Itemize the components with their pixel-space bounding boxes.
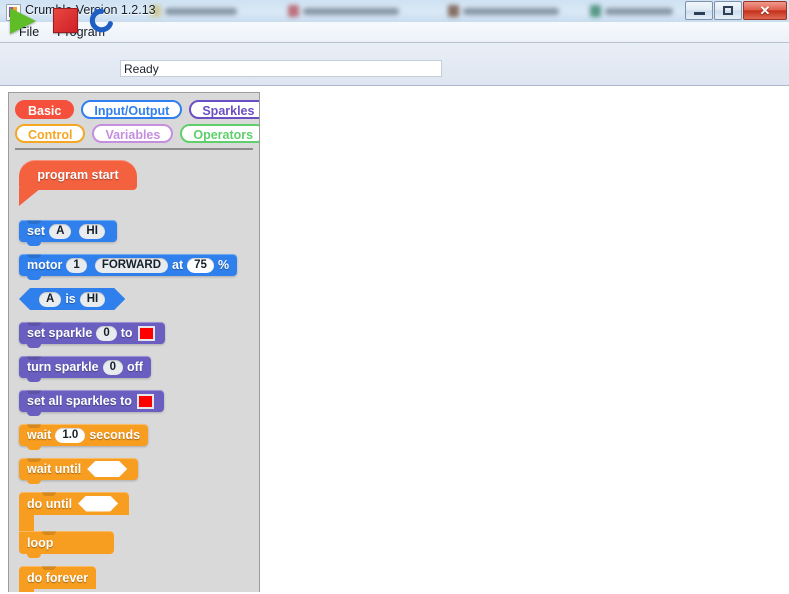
block-motor-unit: % [217, 258, 230, 272]
block-set-all-sparkles-prefix: set all sparkles to [27, 394, 132, 408]
category-tab-operators[interactable]: Operators [180, 124, 259, 143]
run-program-button[interactable] [10, 8, 36, 34]
block-do-until-head[interactable]: do until [19, 492, 130, 515]
block-do-forever[interactable]: do forever [19, 566, 259, 592]
window-controls: ✕ [684, 1, 787, 20]
status-input[interactable]: Ready [120, 60, 442, 77]
block-wait-seconds[interactable]: wait 1.0 seconds [19, 424, 149, 450]
block-wait-seconds-value[interactable]: 1.0 [55, 427, 86, 443]
block-do-until-footer[interactable]: loop [19, 531, 114, 554]
program-canvas[interactable] [261, 87, 789, 594]
restore-button[interactable] [714, 1, 742, 20]
block-turn-sparkle-off[interactable]: turn sparkle 0 off [19, 356, 151, 382]
block-motor-percent[interactable]: 75 [187, 257, 214, 273]
block-turn-sparkle-off-suffix: off [126, 360, 143, 374]
block-do-until-prefix: do until [27, 496, 73, 511]
main-area: Basic Input/Output Sparkles Control Vari… [0, 87, 789, 594]
block-set-output-level[interactable]: HI [79, 223, 105, 239]
block-set-sparkle[interactable]: set sparkle 0 to [19, 322, 165, 348]
block-motor-word: motor [27, 258, 63, 272]
block-set-all-sparkles-row: set all sparkles to [19, 390, 259, 416]
block-is-condition-row: A is HI [19, 288, 259, 310]
block-palette: Basic Input/Output Sparkles Control Vari… [8, 92, 260, 592]
reset-program-button[interactable] [88, 7, 115, 34]
category-tab-control[interactable]: Control [15, 124, 86, 143]
block-is-condition-level[interactable]: HI [80, 292, 106, 307]
block-do-until-footer-label: loop [27, 535, 54, 550]
block-wait-until[interactable]: wait until [19, 458, 139, 484]
category-tab-variables[interactable]: Variables [92, 124, 174, 143]
block-set-output[interactable]: set A HI [19, 220, 117, 246]
minimize-icon [693, 12, 705, 15]
block-is-condition-word: is [65, 292, 76, 306]
block-wait-seconds-prefix: wait [27, 428, 52, 442]
block-wait-until-condition-slot[interactable] [87, 461, 127, 477]
block-turn-sparkle-off-row: turn sparkle 0 off [19, 356, 259, 382]
category-tab-sparkles[interactable]: Sparkles [189, 100, 259, 119]
palette-block-list: program start set A HI motor 1 FORWARD a… [9, 150, 259, 592]
restore-icon [723, 6, 733, 15]
minimize-button[interactable] [685, 1, 713, 20]
close-icon: ✕ [759, 3, 771, 18]
block-do-until-arm [19, 515, 34, 531]
block-program-start-label: program start [37, 168, 119, 182]
menu-bar: File Program [0, 22, 789, 43]
stop-program-button[interactable] [53, 8, 78, 33]
block-motor-row: motor 1 FORWARD at 75 % [19, 254, 259, 280]
block-wait-seconds-row: wait 1.0 seconds [19, 424, 259, 450]
block-set-sparkle-color-swatch[interactable] [137, 325, 155, 341]
block-motor-at-word: at [172, 258, 184, 272]
block-set-sparkle-middle: to [120, 326, 133, 340]
block-set-sparkle-prefix: set sparkle [27, 326, 93, 340]
block-set-all-sparkles-color-swatch[interactable] [136, 393, 154, 409]
category-tab-basic[interactable]: Basic [15, 100, 75, 119]
block-motor-number[interactable]: 1 [66, 257, 87, 273]
block-do-forever-arm [19, 589, 34, 592]
block-is-condition[interactable]: A is HI [19, 288, 125, 310]
block-set-output-pin[interactable]: A [49, 223, 72, 239]
block-set-output-word: set [27, 224, 46, 238]
block-wait-seconds-suffix: seconds [89, 428, 141, 442]
block-do-until[interactable]: do until loop [19, 492, 259, 558]
block-set-sparkle-row: set sparkle 0 to [19, 322, 259, 348]
block-wait-until-prefix: wait until [27, 462, 82, 476]
block-do-forever-prefix: do forever [27, 570, 89, 585]
close-button[interactable]: ✕ [743, 1, 787, 20]
block-is-condition-pin[interactable]: A [39, 292, 61, 307]
block-motor[interactable]: motor 1 FORWARD at 75 % [19, 254, 238, 280]
block-turn-sparkle-off-index[interactable]: 0 [102, 359, 123, 375]
block-do-forever-head[interactable]: do forever [19, 566, 97, 589]
main-window: Crumble Version 1.2.13 ✕ File Program Re… [0, 0, 789, 594]
crumble-application-window: Crumble Version 1.2.13 ✕ File Program Re… [0, 0, 789, 594]
block-set-all-sparkles[interactable]: set all sparkles to [19, 390, 164, 416]
block-set-output-row: set A HI [19, 220, 259, 246]
category-tabs: Basic Input/Output Sparkles Control Vari… [9, 93, 259, 143]
block-turn-sparkle-off-prefix: turn sparkle [27, 360, 99, 374]
block-do-until-condition-slot[interactable] [78, 496, 118, 512]
reset-arrow-icon [89, 8, 113, 33]
block-set-sparkle-index[interactable]: 0 [96, 325, 117, 341]
block-wait-until-row: wait until [19, 458, 259, 484]
block-program-start[interactable]: program start [19, 160, 137, 206]
title-bar: Crumble Version 1.2.13 ✕ [0, 0, 789, 22]
block-motor-direction[interactable]: FORWARD [94, 257, 169, 273]
category-tab-input-output[interactable]: Input/Output [81, 100, 183, 119]
